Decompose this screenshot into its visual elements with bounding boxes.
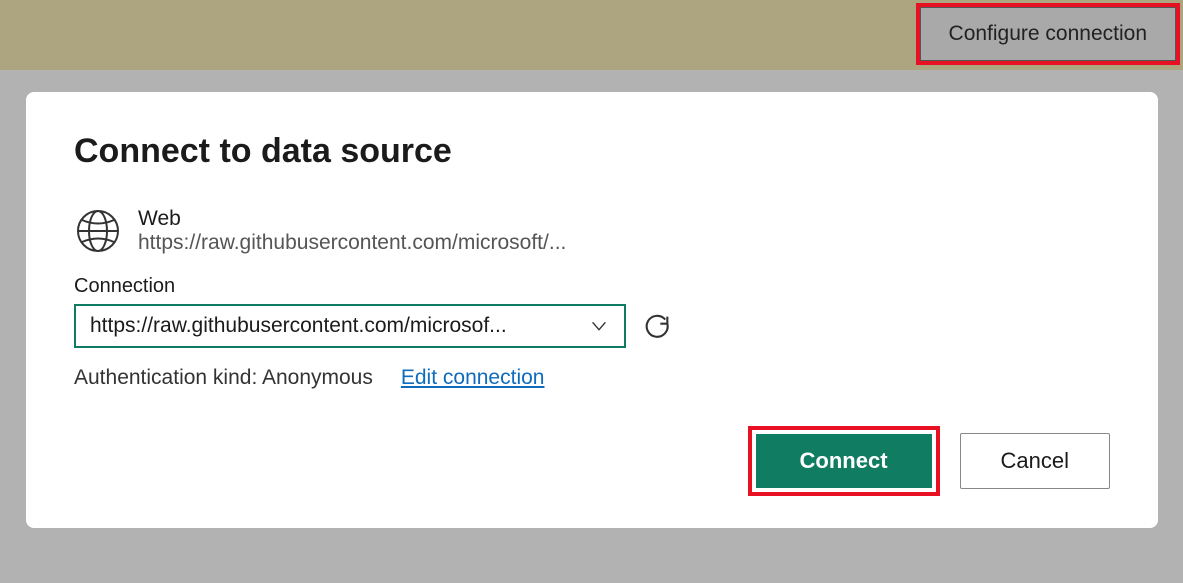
auth-kind-text: Authentication kind: Anonymous bbox=[74, 366, 373, 390]
cancel-button[interactable]: Cancel bbox=[960, 433, 1110, 489]
source-url: https://raw.githubusercontent.com/micros… bbox=[138, 231, 566, 255]
chevron-down-icon bbox=[588, 315, 610, 337]
globe-icon bbox=[74, 207, 122, 255]
source-name: Web bbox=[138, 207, 566, 231]
configure-highlight: Configure connection bbox=[916, 3, 1180, 65]
connect-button[interactable]: Connect bbox=[756, 434, 932, 488]
connection-dropdown[interactable]: https://raw.githubusercontent.com/micros… bbox=[74, 304, 626, 348]
dropdown-selected: https://raw.githubusercontent.com/micros… bbox=[90, 314, 507, 338]
configure-connection-button[interactable]: Configure connection bbox=[920, 7, 1176, 61]
connect-dialog: Connect to data source Web https://raw.g… bbox=[26, 92, 1158, 528]
data-source-row: Web https://raw.githubusercontent.com/mi… bbox=[74, 207, 1110, 255]
top-bar: Configure connection bbox=[0, 0, 1183, 70]
connection-label: Connection bbox=[74, 275, 1110, 298]
dialog-title: Connect to data source bbox=[74, 132, 1110, 171]
connect-highlight: Connect bbox=[748, 426, 940, 496]
edit-connection-link[interactable]: Edit connection bbox=[401, 366, 545, 390]
refresh-icon[interactable] bbox=[644, 312, 672, 340]
